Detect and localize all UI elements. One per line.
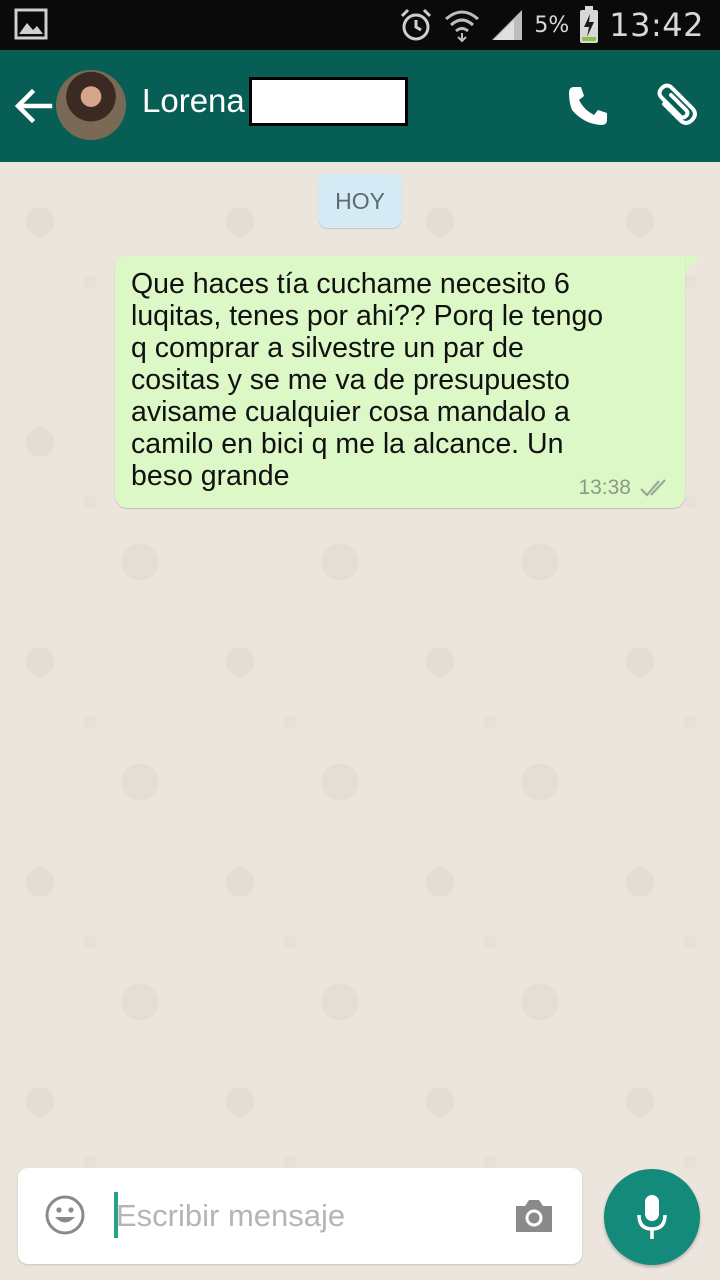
contact-name[interactable]: Lorena <box>142 82 245 120</box>
message-time: 13:38 <box>578 476 631 499</box>
signal-icon <box>492 10 523 40</box>
clock: 13:42 <box>609 6 704 44</box>
bubble-tail <box>684 256 700 272</box>
redaction-box <box>249 77 408 126</box>
emoji-icon[interactable] <box>44 1194 86 1236</box>
wifi-icon <box>445 10 480 43</box>
gallery-icon <box>14 8 48 40</box>
mic-icon <box>637 1195 667 1239</box>
double-check-icon <box>640 479 666 497</box>
paperclip-icon[interactable] <box>652 82 698 130</box>
avatar[interactable] <box>56 70 126 140</box>
chat-header: Lorena <box>0 50 720 162</box>
outgoing-message-bubble[interactable]: Que haces tía cuchame necesito 6 luqitas… <box>115 256 685 508</box>
message-composer <box>18 1168 582 1264</box>
phone-icon[interactable] <box>566 84 610 128</box>
message-meta: 13:38 <box>578 476 671 500</box>
date-separator: HOY <box>318 174 402 228</box>
message-input[interactable] <box>116 1192 486 1240</box>
status-bar-indicators: 5% 13:42 <box>398 0 704 50</box>
chat-area[interactable]: HOY Que haces tía cuchame necesito 6 luq… <box>0 162 720 1280</box>
status-bar: 5% 13:42 <box>0 0 720 50</box>
battery-percent: 5% <box>534 12 570 38</box>
alarm-icon <box>401 8 432 41</box>
voice-record-button[interactable] <box>604 1169 700 1265</box>
battery-charging-icon <box>580 6 599 43</box>
camera-icon[interactable] <box>512 1196 556 1236</box>
message-text: Que haces tía cuchame necesito 6 luqitas… <box>131 268 604 492</box>
back-arrow-icon[interactable] <box>10 86 56 126</box>
